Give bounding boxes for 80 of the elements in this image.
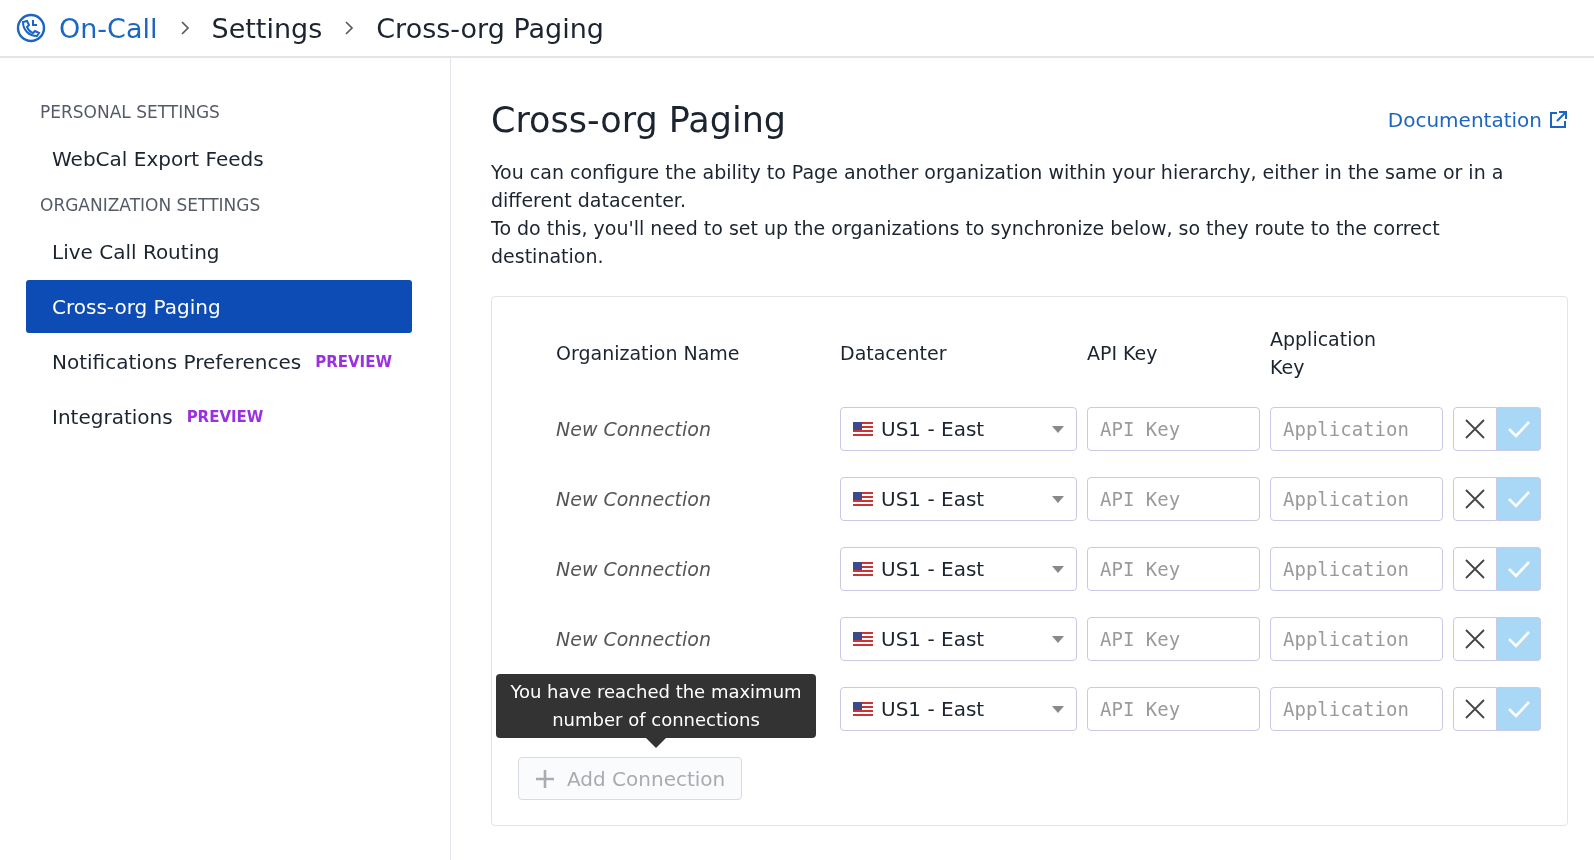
preview-tag: PREVIEW: [186, 407, 264, 426]
section-heading: ORGANIZATION SETTINGS: [39, 195, 262, 215]
column-header: Datacenter: [840, 341, 948, 366]
item-label: Integrations: [52, 404, 173, 429]
caret-icon: [1052, 565, 1064, 573]
sidebar-item[interactable]: Live Call Routing: [26, 225, 412, 278]
application-key-field[interactable]: Application: [1270, 687, 1443, 731]
datacenter-select[interactable]: US1 - East: [840, 547, 1077, 591]
api-key-field[interactable]: API Key: [1087, 407, 1260, 451]
api-key-field[interactable]: API Key: [1087, 547, 1260, 591]
breadcrumb-item: Settings: [211, 12, 323, 44]
sidebar-item[interactable]: Cross-org Paging: [26, 280, 412, 333]
check-icon: [1506, 489, 1531, 509]
chevron-icon: [344, 20, 355, 36]
application-key-field[interactable]: Application: [1270, 407, 1443, 451]
api-key-field[interactable]: API Key: [1087, 617, 1260, 661]
breadcrumb-link[interactable]: On-Call: [59, 12, 158, 44]
api-key-field[interactable]: API Key: [1087, 687, 1260, 731]
caret-icon: [1052, 635, 1064, 643]
preview-tag: PREVIEW: [315, 352, 392, 371]
description-text: To do this, you'll need to set up the organizations to synchronize below, so they route to the correct destination.: [491, 216, 1441, 269]
external-link-icon: [1548, 110, 1568, 130]
plus-icon: [535, 768, 555, 789]
close-icon: [1465, 699, 1485, 719]
column-header: Organization Name: [556, 341, 741, 366]
cancel-button[interactable]: [1453, 477, 1497, 521]
cancel-button[interactable]: [1453, 617, 1497, 661]
flag-icon: [853, 422, 873, 436]
item-label: Live Call Routing: [52, 239, 220, 264]
datacenter-value: US1 - East: [881, 487, 986, 511]
check-icon: [1506, 559, 1531, 579]
chevron-icon: [179, 20, 190, 36]
flag-icon: [853, 702, 873, 716]
connection-name: New Connection: [556, 488, 711, 510]
check-icon: [1506, 629, 1531, 649]
datacenter-select[interactable]: US1 - East: [840, 687, 1077, 731]
section-heading: PERSONAL SETTINGS: [39, 102, 221, 122]
connection-name: New Connection: [556, 418, 711, 440]
datacenter-value: US1 - East: [881, 557, 986, 581]
datacenter-value: US1 - East: [881, 417, 986, 441]
check-icon: [1506, 419, 1531, 439]
datacenter-select[interactable]: US1 - East: [840, 617, 1077, 661]
connection-name: New Connection: [556, 628, 711, 650]
close-icon: [1465, 489, 1485, 509]
sidebar-item[interactable]: Notifications Preferences PREVIEW: [26, 335, 412, 388]
breadcrumb-item: Cross-org Paging: [376, 12, 604, 44]
datacenter-value: US1 - East: [881, 697, 986, 721]
close-icon: [1465, 559, 1485, 579]
item-label: WebCal Export Feeds: [52, 146, 264, 171]
column-header: Application Key: [1270, 327, 1378, 380]
datacenter-select[interactable]: US1 - East: [840, 477, 1077, 521]
cancel-button[interactable]: [1453, 547, 1497, 591]
cancel-button[interactable]: [1453, 687, 1497, 731]
application-key-field[interactable]: Application: [1270, 477, 1443, 521]
close-icon: [1465, 419, 1485, 439]
description-text: You can configure the ability to Page another organization within your hierarchy, either in the same or in a different datacenter.: [491, 160, 1505, 213]
api-key-field[interactable]: API Key: [1087, 477, 1260, 521]
check-icon: [1506, 699, 1531, 719]
phone-clock-icon: [15, 12, 47, 44]
column-header: API Key: [1087, 341, 1159, 366]
caret-icon: [1052, 495, 1064, 503]
documentation-link[interactable]: Documentation: [1387, 108, 1568, 132]
item-label: Cross-org Paging: [52, 294, 221, 319]
datacenter-select[interactable]: US1 - East: [840, 407, 1077, 451]
connection-name: New Connection: [556, 558, 711, 580]
flag-icon: [853, 632, 873, 646]
item-label: Notifications Preferences: [52, 349, 302, 374]
application-key-field[interactable]: Application: [1270, 547, 1443, 591]
application-key-field[interactable]: Application: [1270, 617, 1443, 661]
datacenter-value: US1 - East: [881, 627, 986, 651]
cancel-button[interactable]: [1453, 407, 1497, 451]
sidebar-item[interactable]: Integrations PREVIEW: [26, 390, 412, 443]
page-title: Cross-org Paging: [491, 100, 787, 140]
flag-icon: [853, 562, 873, 576]
flag-icon: [853, 492, 873, 506]
caret-icon: [1052, 425, 1064, 433]
tooltip: You have reached the maximum number of connections: [496, 674, 816, 748]
sidebar-item[interactable]: WebCal Export Feeds: [26, 132, 412, 185]
caret-icon: [1052, 705, 1064, 713]
close-icon: [1465, 629, 1485, 649]
